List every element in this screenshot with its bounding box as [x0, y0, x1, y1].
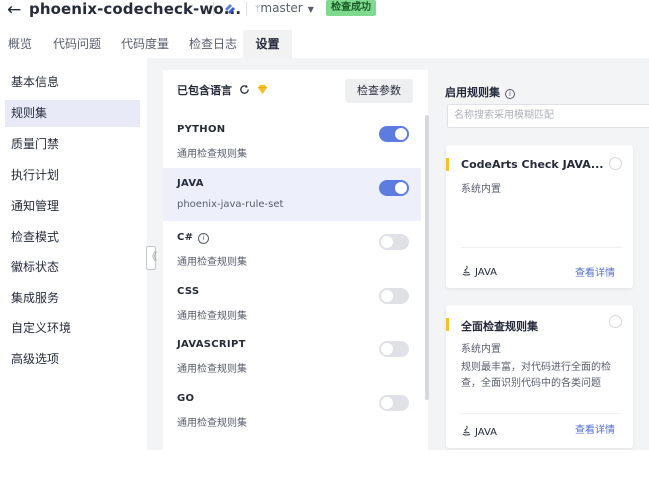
- view-details-link[interactable]: 查看详情: [575, 421, 615, 436]
- languages-header: 已包含语言: [177, 82, 268, 98]
- language-ruleset: 通用检查规则集: [177, 364, 247, 375]
- check-params-button[interactable]: 检查参数: [345, 79, 413, 103]
- sidebar-item-basic-info[interactable]: 基本信息: [5, 69, 140, 96]
- toggle-knob: [395, 182, 407, 194]
- language-row[interactable]: PYTHON 通用检查规则集: [163, 114, 421, 167]
- toggle-knob: [381, 343, 393, 355]
- chevron-down-icon: ▼: [307, 5, 314, 14]
- tab-settings[interactable]: 设置: [243, 30, 292, 58]
- header-divider: [246, 2, 247, 16]
- sidebar-item-rulesets[interactable]: 规则集: [5, 100, 140, 127]
- tab-code-issues[interactable]: 代码问题: [53, 30, 101, 58]
- language-toggle[interactable]: [379, 180, 409, 196]
- info-icon[interactable]: i: [198, 233, 210, 244]
- language-name-text: C#: [177, 232, 194, 243]
- sidebar-item-check-mode[interactable]: 检查模式: [5, 224, 140, 251]
- card-separator: [461, 413, 621, 414]
- languages-title: 已包含语言: [177, 84, 232, 97]
- toggle-knob: [381, 397, 393, 409]
- card-title: CodeArts Check JAVA...: [461, 158, 604, 171]
- card-accent-bar: [446, 318, 449, 331]
- main-tabs: 概览 代码问题 代码度量 检查日志 设置: [0, 30, 649, 58]
- language-ruleset: 通用检查规则集: [177, 149, 247, 160]
- info-icon[interactable]: i: [505, 89, 515, 99]
- gem-icon: [257, 84, 267, 95]
- language-row[interactable]: GO 通用检查规则集: [163, 383, 421, 436]
- language-name: CSS: [177, 286, 200, 297]
- card-source: 系统内置: [461, 184, 501, 195]
- card-title: 全面检查规则集: [461, 320, 538, 333]
- language-ruleset: phoenix-java-rule-set: [177, 199, 284, 210]
- card-language-text: JAVA: [475, 427, 498, 438]
- sidebar-item-integrations[interactable]: 集成服务: [5, 285, 140, 312]
- java-icon: [462, 425, 471, 436]
- ruleset-card[interactable]: CodeArts Check JAVA... 系统内置 JAVA 查看详情: [446, 145, 633, 288]
- ruleset-card[interactable]: 全面检查规则集 系统内置 规则最丰富，对代码进行全面的检查，全面识别代码中的各类…: [446, 305, 633, 448]
- rulesets-panel: 启用规则集 i 名称搜索采用模糊匹配 CodeArts Check JAVA...…: [431, 70, 649, 450]
- language-toggle[interactable]: [379, 341, 409, 357]
- language-toggle[interactable]: [379, 395, 409, 411]
- languages-scrollbar[interactable]: [425, 115, 429, 400]
- branch-selector[interactable]: ᛘmaster ▼: [255, 1, 314, 15]
- project-title: phoenix-codecheck-wo...: [29, 0, 242, 18]
- languages-panel: 已包含语言 检查参数 PYTHON 通用检查规则集 JAVA phoenix-j…: [163, 70, 428, 450]
- tab-overview[interactable]: 概览: [8, 30, 32, 58]
- card-language: JAVA: [461, 265, 497, 278]
- rulesets-title: 启用规则集: [445, 86, 500, 99]
- page-header: ← phoenix-codecheck-wo... ᛘmaster ▼ 检查成功: [0, 0, 649, 22]
- view-details-link[interactable]: 查看详情: [575, 264, 615, 279]
- back-arrow-icon[interactable]: ←: [7, 0, 21, 20]
- sidebar-item-notifications[interactable]: 通知管理: [5, 193, 140, 220]
- branch-name: master: [260, 1, 303, 15]
- refresh-icon[interactable]: [239, 84, 250, 95]
- card-source: 系统内置: [461, 344, 501, 355]
- toggle-knob: [381, 290, 393, 302]
- tab-code-metrics[interactable]: 代码度量: [121, 30, 169, 58]
- language-row[interactable]: CSS 通用检查规则集: [163, 276, 421, 329]
- language-toggle[interactable]: [379, 126, 409, 142]
- language-row[interactable]: C# i 通用检查规则集: [163, 222, 421, 275]
- collapse-sidebar-handle[interactable]: 《: [146, 246, 157, 270]
- language-row[interactable]: JAVA phoenix-java-rule-set: [163, 168, 421, 221]
- rulesets-header: 启用规则集 i: [445, 84, 515, 100]
- sidebar-item-schedule[interactable]: 执行计划: [5, 162, 140, 189]
- card-accent-bar: [446, 158, 449, 171]
- language-toggle[interactable]: [379, 288, 409, 304]
- sidebar-item-advanced[interactable]: 高级选项: [5, 346, 140, 373]
- language-ruleset: 通用检查规则集: [177, 418, 247, 429]
- card-description: 规则最丰富，对代码进行全面的检查，全面识别代码中的各类问题: [461, 362, 611, 389]
- sidebar-item-quality-gate[interactable]: 质量门禁: [5, 131, 140, 158]
- card-radio[interactable]: [609, 157, 622, 170]
- language-row[interactable]: JAVASCRIPT 通用检查规则集: [163, 329, 421, 382]
- sidebar-item-custom-env[interactable]: 自定义环境: [5, 315, 140, 342]
- language-ruleset: 通用检查规则集: [177, 311, 247, 322]
- language-name: JAVASCRIPT: [177, 339, 246, 350]
- tab-check-logs[interactable]: 检查日志: [189, 30, 237, 58]
- language-name: PYTHON: [177, 124, 226, 135]
- language-name: GO: [177, 393, 195, 404]
- toggle-knob: [381, 236, 393, 248]
- language-ruleset: 通用检查规则集: [177, 257, 247, 268]
- toggle-knob: [395, 128, 407, 140]
- status-badge: 检查成功: [326, 0, 376, 16]
- ruleset-search-input[interactable]: 名称搜索采用模糊匹配: [447, 104, 649, 128]
- sidebar-item-badge-status[interactable]: 徽标状态: [5, 254, 140, 281]
- header-divider: [213, 2, 214, 16]
- java-icon: [462, 265, 471, 276]
- card-radio[interactable]: [609, 315, 622, 328]
- language-toggle[interactable]: [379, 234, 409, 250]
- repo-logo-icon[interactable]: [222, 1, 238, 17]
- language-name: JAVA: [177, 178, 204, 189]
- language-name: C# i: [177, 232, 210, 244]
- card-language-text: JAVA: [475, 267, 498, 278]
- card-separator: [461, 247, 621, 248]
- card-language: JAVA: [461, 425, 497, 438]
